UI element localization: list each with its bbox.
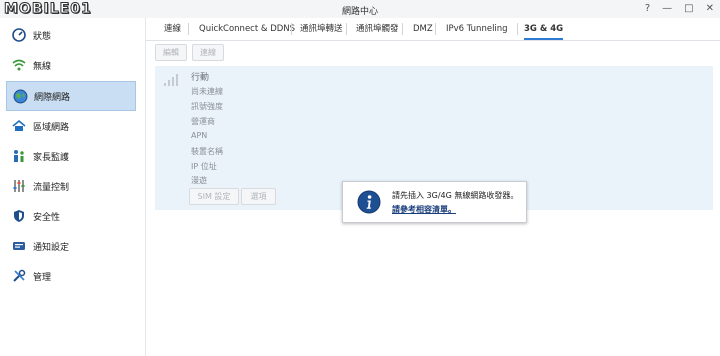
connect-button[interactable]: 連線: [192, 44, 224, 61]
sliders-icon: [11, 178, 27, 194]
shield-icon: [11, 208, 27, 224]
sidebar: 狀態 無線 網際網路 區域網路 家長監護 流量控制 安全性 通知設定 管理: [0, 18, 146, 356]
field-label: APN: [191, 131, 208, 140]
sidebar-item-administration[interactable]: 管理: [6, 262, 134, 290]
sidebar-item-label: 流量控制: [33, 182, 70, 193]
connection-status: 尚未連線: [191, 87, 223, 96]
sidebar-item-internet[interactable]: 網際網路: [6, 81, 136, 111]
notification-icon: [11, 238, 27, 254]
compatibility-list-link[interactable]: 請參考相容清單。: [392, 204, 456, 215]
tab-divider: [346, 23, 347, 35]
signal-bars-icon: [163, 72, 181, 89]
sidebar-item-label: 安全性: [33, 212, 61, 223]
tab-divider: [402, 23, 403, 35]
field-label: 營運商: [191, 117, 215, 126]
wifi-icon: [11, 57, 27, 73]
notice-message: 請先插入 3G/4G 無線網路收發器。: [392, 191, 519, 200]
sidebar-item-lan[interactable]: 區域網路: [6, 112, 134, 140]
tab-quickconnect-ddns[interactable]: QuickConnect & DDNS: [199, 18, 295, 40]
tab-3g-4g[interactable]: 3G & 4G: [524, 18, 564, 40]
field-label: 訊號強度: [191, 102, 223, 111]
sidebar-item-label: 區域網路: [33, 122, 70, 133]
sidebar-item-parental-control[interactable]: 家長監護: [6, 142, 134, 170]
sidebar-item-label: 狀態: [33, 31, 52, 42]
tab-divider: [188, 23, 189, 35]
tab-divider: [517, 23, 518, 35]
tools-icon: [11, 268, 27, 284]
house-network-icon: [11, 118, 27, 134]
minimize-icon[interactable]: —: [662, 3, 672, 15]
field-label: IP 位址: [191, 162, 217, 171]
tab-port-triggering[interactable]: 通訊埠觸發: [356, 18, 399, 40]
sidebar-item-label: 無線: [33, 61, 52, 72]
sidebar-item-notification[interactable]: 通知設定: [6, 232, 134, 260]
sidebar-item-label: 管理: [33, 272, 52, 283]
tab-divider: [435, 23, 436, 35]
globe-icon: [12, 88, 28, 104]
sidebar-item-traffic-control[interactable]: 流量控制: [6, 172, 134, 200]
sidebar-item-wireless[interactable]: 無線: [6, 51, 134, 79]
field-label: 漫遊: [191, 176, 207, 185]
field-label: 裝置名稱: [191, 147, 223, 156]
close-icon[interactable]: ✕: [706, 3, 714, 15]
options-button[interactable]: 選項: [241, 188, 276, 205]
edit-button[interactable]: 編輯: [155, 44, 187, 61]
tab-connection[interactable]: 連線: [164, 18, 181, 40]
window-controls: ? — □ ✕: [645, 3, 714, 15]
tab-divider: [291, 23, 292, 35]
tab-bar: 連線 QuickConnect & DDNS 通訊埠轉送 通訊埠觸發 DMZ I…: [145, 18, 720, 41]
sidebar-item-label: 通知設定: [33, 242, 70, 253]
tab-ipv6-tunneling[interactable]: IPv6 Tunneling: [446, 18, 508, 40]
sidebar-item-label: 家長監護: [33, 152, 70, 163]
title-bar: MOBILE01 網路中心 ? — □ ✕: [0, 0, 720, 18]
maximize-icon[interactable]: □: [684, 3, 693, 15]
sidebar-item-label: 網際網路: [34, 92, 71, 103]
notice-popup: 請先插入 3G/4G 無線網路收發器。 請參考相容清單。: [342, 181, 527, 223]
help-icon[interactable]: ?: [645, 3, 650, 15]
sim-settings-button[interactable]: SIM 設定: [189, 188, 239, 205]
panel-title: 行動: [191, 73, 210, 83]
window-title: 網路中心: [341, 7, 378, 17]
sidebar-item-security[interactable]: 安全性: [6, 202, 134, 230]
tab-port-forwarding[interactable]: 通訊埠轉送: [300, 18, 343, 40]
gauge-icon: [11, 27, 27, 43]
sidebar-item-status[interactable]: 狀態: [6, 21, 134, 49]
family-icon: [11, 148, 27, 164]
info-icon: [357, 190, 381, 217]
tab-dmz[interactable]: DMZ: [413, 18, 433, 40]
